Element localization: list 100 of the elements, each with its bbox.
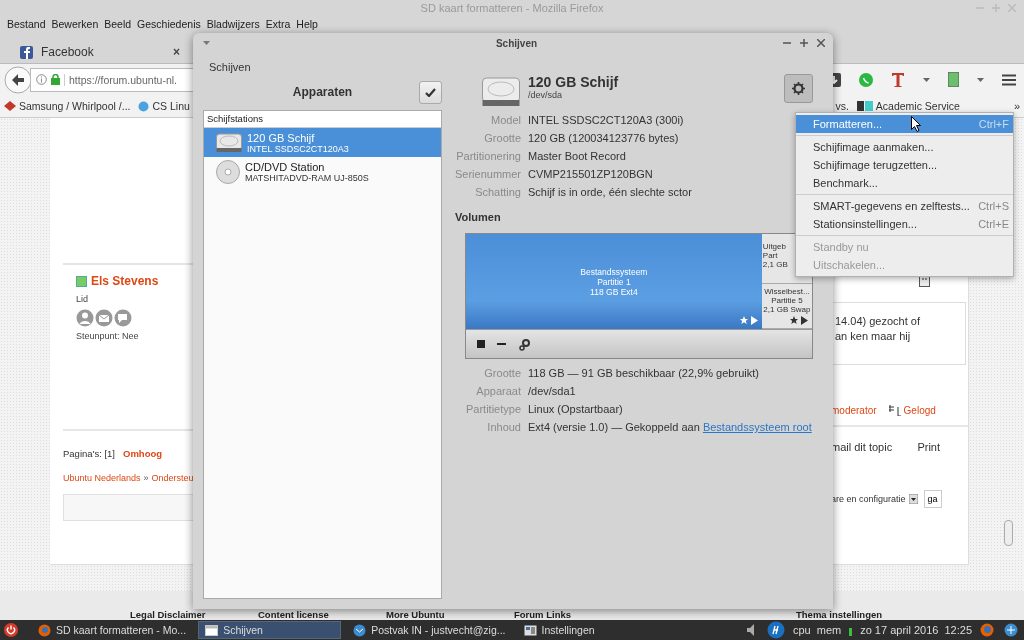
property-value: CVMP215501ZP120BGN (528, 168, 654, 180)
menu-item[interactable]: Extra (262, 18, 294, 30)
menu-item[interactable]: Stationsinstellingen... Ctrl+E (796, 215, 1013, 233)
caret-icon[interactable] (977, 77, 984, 82)
shortcut-label: Ctrl+S (978, 200, 1009, 212)
back-icon[interactable] (4, 65, 32, 94)
disk-title: 120 GB Schijf (528, 74, 619, 90)
panel-title: Apparaten (292, 85, 353, 99)
power-icon[interactable] (4, 623, 18, 637)
property-value: INTEL SSDSC2CT120A3 (300i) (528, 114, 685, 126)
section-header: Schijfstations (204, 111, 441, 128)
mouse-pointer-icon (911, 116, 922, 132)
action-link[interactable]: Print (917, 441, 940, 453)
tab-label: Facebook (41, 45, 95, 59)
select-button[interactable] (419, 80, 442, 104)
chat-icon[interactable] (859, 72, 873, 87)
support-status: Steunpunt: Nee (76, 331, 140, 341)
firefox-icon (38, 623, 51, 637)
footer-link[interactable]: Thema instellingen (796, 609, 924, 620)
bookmark-icon (856, 101, 873, 111)
scrollbar[interactable] (1004, 520, 1013, 546)
email-icon[interactable] (95, 309, 113, 327)
app-heading: Schijven (208, 60, 252, 75)
menu-item[interactable]: Help (293, 18, 321, 30)
property-value: Ext4 (versie 1.0) — Gekoppeld aan Bestandssysteem root (528, 421, 813, 433)
maximize-icon[interactable] (800, 39, 808, 47)
property-label: Partitietype (464, 403, 521, 415)
clock[interactable]: 12:25 (944, 624, 972, 636)
property-value: /dev/sda1 (528, 385, 577, 397)
property-value: 120 GB (120034123776 bytes) (528, 132, 680, 144)
caret-icon[interactable] (923, 77, 930, 82)
taskbar-button[interactable]: Schijven (198, 621, 342, 639)
network-icon[interactable] (1004, 623, 1018, 637)
bookmark[interactable]: vs. (835, 100, 849, 112)
disc-icon (216, 159, 240, 184)
firefox-icon[interactable] (980, 623, 994, 637)
property-label: Partitionering (455, 150, 521, 162)
globe-icon (138, 100, 150, 112)
menu-item[interactable]: Benchmark... (796, 174, 1013, 192)
lock-icon (51, 74, 60, 85)
bookmark[interactable]: Samsung / Whirlpool /... (4, 100, 131, 112)
property-value: Master Boot Record (528, 150, 627, 162)
profile-icon[interactable] (76, 309, 94, 327)
device-item[interactable]: CD/DVD Station MATSHITADVD-RAM UJ-850S (204, 157, 441, 186)
cpu-monitor[interactable]: cpu (793, 624, 811, 636)
taskbar-button[interactable]: SD kaart formatteren - Mo... (32, 621, 193, 639)
checkmark-icon (425, 87, 436, 97)
menu-item[interactable]: SMART-gegevens en zelftests... Ctrl+S (796, 197, 1013, 215)
hp-icon[interactable] (767, 621, 785, 639)
close-icon[interactable] (817, 39, 825, 47)
menu-item[interactable]: Schijfimage aanmaken... (796, 138, 1013, 156)
more-bookmarks-button[interactable]: » (1013, 100, 1020, 112)
bookmark[interactable]: CS Linu (138, 100, 190, 112)
info-icon (36, 74, 47, 85)
post-text: an ken maar hij (835, 329, 912, 344)
date-label[interactable]: zo 17 april 2016 (860, 624, 939, 636)
browser-tab[interactable]: Facebook × (8, 41, 187, 63)
device-name: 120 GB Schijf (247, 131, 316, 144)
breadcrumb-link[interactable]: Ondersteu (151, 473, 194, 483)
taskbar-button[interactable]: Instellingen (517, 621, 601, 639)
footer-link[interactable]: Legal Disclaimer (130, 609, 258, 620)
property-label: Serienummer (455, 168, 521, 180)
bookmark-icon (4, 101, 16, 111)
shortcut-label: Ctrl+F (978, 118, 1009, 130)
go-button[interactable]: ga (923, 490, 942, 508)
property-value: 118 GB — 91 GB beschikbaar (22,9% gebruikt) (528, 367, 760, 379)
property-label: Grootte (483, 367, 521, 379)
partition-block[interactable]: Wisselbest... Partitie 5 2,1 GB Swap (761, 284, 812, 329)
window-icon (205, 623, 219, 637)
footer-link[interactable]: Forum Links (514, 609, 642, 620)
chat-icon[interactable] (114, 309, 132, 327)
top-link[interactable]: Omhoog (123, 448, 163, 459)
taskbar-button[interactable]: Postvak IN - justvecht@zig... (347, 621, 512, 639)
footer-link[interactable]: More Ubuntu (386, 609, 514, 620)
window-menu-icon[interactable] (203, 41, 210, 45)
menu-item[interactable]: Geschiedenis (134, 18, 204, 30)
letter-t-icon[interactable] (891, 71, 905, 88)
property-label: Apparaat (475, 385, 521, 397)
dropdown-icon (908, 494, 918, 504)
speaker-icon[interactable] (747, 624, 757, 636)
menu-item[interactable]: Bewerken (48, 18, 102, 30)
hard-drive-icon (216, 132, 242, 153)
menu-item[interactable]: Schijfimage terugzetten... (796, 156, 1013, 174)
window-title: Schijven (495, 37, 538, 49)
close-icon[interactable]: × (173, 45, 180, 59)
minimize-icon[interactable] (783, 39, 791, 47)
settings-button[interactable] (784, 74, 813, 103)
logged-label: Gelogd (903, 405, 936, 416)
bookmark[interactable]: Academic Service (856, 100, 960, 112)
shortcut-label: Ctrl+E (978, 218, 1009, 230)
breadcrumb-link[interactable]: Ubuntu Nederlands (63, 473, 141, 483)
memory-monitor[interactable]: mem (816, 624, 842, 636)
gears-icon[interactable] (518, 337, 531, 351)
menu-item[interactable]: Bestand (4, 18, 49, 30)
menu-item[interactable]: Beeld (101, 18, 135, 30)
menu-item[interactable]: Bladwijzers (203, 18, 263, 30)
footer-link[interactable]: Content license (258, 609, 386, 620)
user-name[interactable]: Els Stevens (91, 274, 159, 288)
mail-icon (353, 623, 367, 637)
menu-icon[interactable] (1002, 73, 1016, 86)
